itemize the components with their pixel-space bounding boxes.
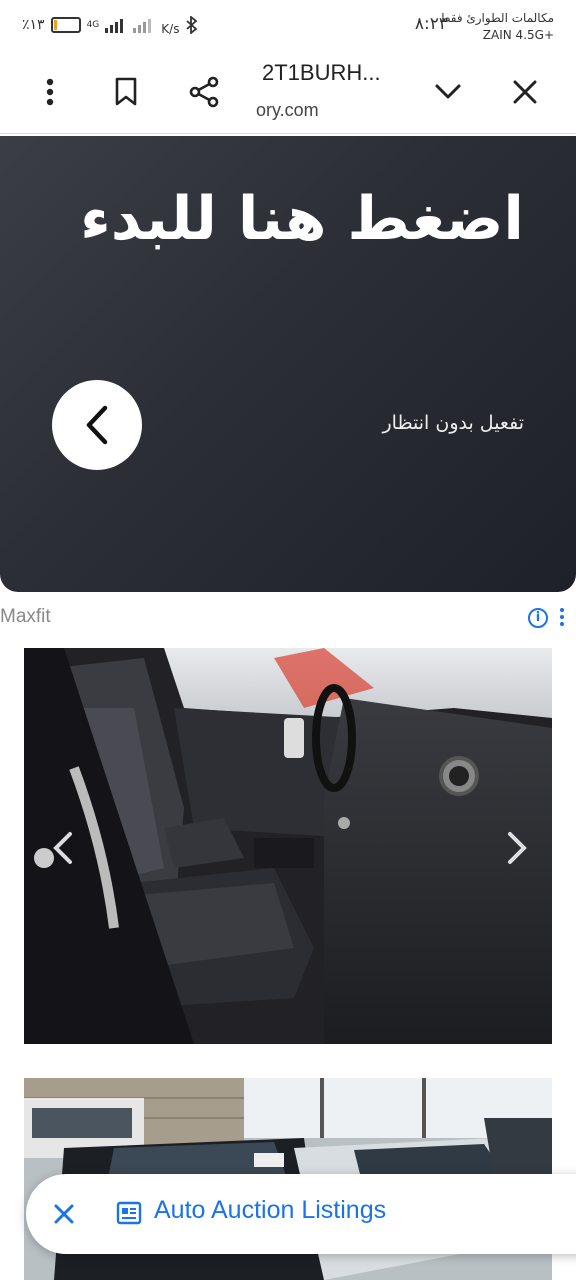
close-icon[interactable] — [503, 70, 547, 114]
bookmark-icon[interactable] — [104, 70, 148, 114]
more-vert-icon[interactable] — [28, 70, 72, 114]
battery-icon — [50, 17, 81, 33]
network-type: 4G — [86, 20, 100, 30]
status-left: ٪١٣ 4G K/s — [22, 14, 199, 36]
carrier-line1: مكالمات الطوارئ فقط — [439, 11, 554, 25]
ad-banner[interactable]: اضغط هنا للبدء تفعيل بدون انتظار — [0, 136, 576, 592]
page-url: ory.com — [256, 100, 319, 120]
browser-toolbar: 2T1BURH... ory.com — [0, 50, 576, 134]
ad-sponsor-label: Maxfit — [0, 606, 51, 627]
signal-icon-2 — [133, 19, 152, 33]
battery-fill — [53, 20, 57, 30]
share-icon[interactable] — [182, 70, 226, 114]
bluetooth-icon — [186, 16, 198, 34]
signal-icon — [105, 19, 124, 33]
gallery-prev-icon[interactable] — [48, 828, 78, 868]
ad-options-icon[interactable] — [559, 608, 565, 629]
auto-auction-chip[interactable]: Auto Auction Listings — [26, 1174, 576, 1254]
speed-unit: K/s — [161, 22, 180, 36]
ad-subtext: تفعيل بدون انتظار — [382, 412, 524, 434]
gallery-next-icon[interactable] — [502, 828, 532, 868]
status-bar: ٪١٣ 4G K/s ٨:٢٣ مكالمات الطوارئ فقط ZAIN… — [0, 0, 576, 50]
ad-headline[interactable]: اضغط هنا للبدء — [80, 184, 524, 254]
battery-percent: ٪١٣ — [22, 17, 45, 33]
car-interior-photo[interactable] — [24, 648, 552, 1044]
page-title: 2T1BURH... — [262, 60, 381, 85]
chip-label[interactable]: Auto Auction Listings — [154, 1196, 386, 1225]
info-icon[interactable]: i — [528, 608, 548, 628]
ad-back-button[interactable] — [52, 380, 142, 470]
chevron-left-icon — [86, 405, 108, 445]
carrier-line2: ZAIN 4.5G+ — [482, 28, 554, 42]
chevron-down-icon[interactable] — [426, 70, 470, 114]
close-icon[interactable] — [50, 1200, 78, 1228]
listing-icon — [116, 1201, 142, 1225]
car-interior-illustration — [24, 648, 552, 1044]
carrier-info: مكالمات الطوارئ فقط ZAIN 4.5G+ — [439, 10, 554, 44]
